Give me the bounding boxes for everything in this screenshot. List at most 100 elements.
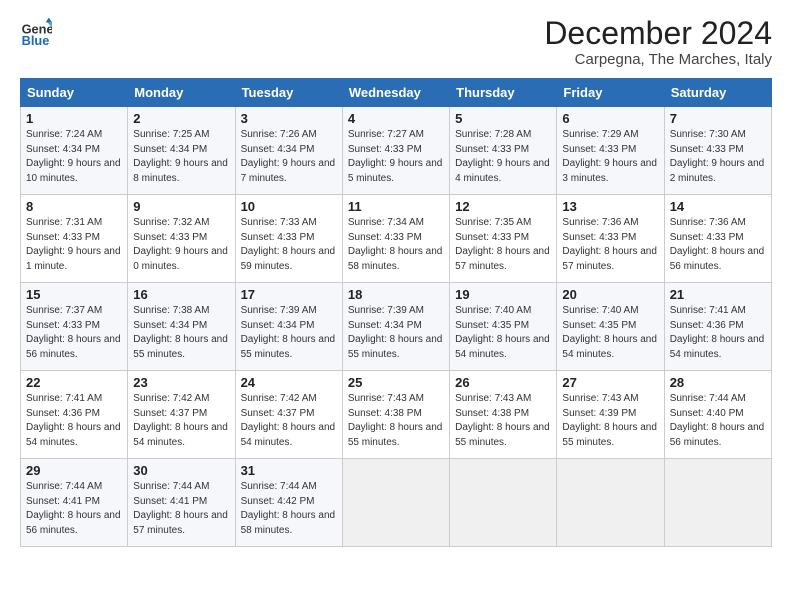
day-info: Sunrise: 7:44 AMSunset: 4:42 PMDaylight:… (241, 480, 337, 538)
day-number: 13 (562, 199, 658, 214)
day-number: 31 (241, 463, 337, 478)
day-info: Sunrise: 7:42 AMSunset: 4:37 PMDaylight:… (133, 392, 229, 450)
calendar-cell: 20 Sunrise: 7:40 AMSunset: 4:35 PMDayligh… (557, 283, 664, 371)
calendar-row: 15 Sunrise: 7:37 AMSunset: 4:33 PMDayligh… (21, 283, 772, 371)
day-info: Sunrise: 7:42 AMSunset: 4:37 PMDaylight:… (241, 392, 337, 450)
day-info: Sunrise: 7:37 AMSunset: 4:33 PMDaylight:… (26, 304, 122, 362)
day-info: Sunrise: 7:34 AMSunset: 4:33 PMDaylight:… (348, 216, 444, 274)
day-info: Sunrise: 7:38 AMSunset: 4:34 PMDaylight:… (133, 304, 229, 362)
day-number: 12 (455, 199, 551, 214)
calendar-cell (342, 459, 449, 547)
col-monday: Monday (128, 79, 235, 107)
col-saturday: Saturday (664, 79, 771, 107)
day-info: Sunrise: 7:44 AMSunset: 4:41 PMDaylight:… (133, 480, 229, 538)
page-container: General Blue December 2024 Carpegna, The… (0, 0, 792, 557)
calendar-cell: 5Sunrise: 7:28 AMSunset: 4:33 PMDaylight… (450, 107, 557, 195)
day-info: Sunrise: 7:43 AMSunset: 4:38 PMDaylight:… (348, 392, 444, 450)
calendar-cell: 24 Sunrise: 7:42 AMSunset: 4:37 PMDayligh… (235, 371, 342, 459)
col-wednesday: Wednesday (342, 79, 449, 107)
day-info: Sunrise: 7:33 AMSunset: 4:33 PMDaylight:… (241, 216, 337, 274)
calendar-cell: 31 Sunrise: 7:44 AMSunset: 4:42 PMDayligh… (235, 459, 342, 547)
calendar-cell: 25 Sunrise: 7:43 AMSunset: 4:38 PMDayligh… (342, 371, 449, 459)
header: General Blue December 2024 Carpegna, The… (20, 16, 772, 68)
day-number: 14 (670, 199, 766, 214)
calendar-cell: 30 Sunrise: 7:44 AMSunset: 4:41 PMDayligh… (128, 459, 235, 547)
calendar-cell: 1 Sunrise: 7:24 AMSunset: 4:34 PMDaylight… (21, 107, 128, 195)
calendar-cell: 14Sunrise: 7:36 AMSunset: 4:33 PMDayligh… (664, 195, 771, 283)
calendar-cell: 9Sunrise: 7:32 AMSunset: 4:33 PMDaylight… (128, 195, 235, 283)
calendar-cell: 16 Sunrise: 7:38 AMSunset: 4:34 PMDayligh… (128, 283, 235, 371)
day-number: 18 (348, 287, 444, 302)
day-info: Sunrise: 7:24 AMSunset: 4:34 PMDaylight:… (26, 128, 122, 186)
day-number: 27 (562, 375, 658, 390)
col-friday: Friday (557, 79, 664, 107)
day-info: Sunrise: 7:31 AMSunset: 4:33 PMDaylight:… (26, 216, 122, 274)
day-info: Sunrise: 7:35 AMSunset: 4:33 PMDaylight:… (455, 216, 551, 274)
day-number: 26 (455, 375, 551, 390)
location: Carpegna, The Marches, Italy (544, 51, 772, 68)
day-info: Sunrise: 7:44 AMSunset: 4:41 PMDaylight:… (26, 480, 122, 538)
calendar-body: 1 Sunrise: 7:24 AMSunset: 4:34 PMDaylight… (21, 107, 772, 547)
day-number: 30 (133, 463, 229, 478)
calendar-cell: 2 Sunrise: 7:25 AMSunset: 4:34 PMDaylight… (128, 107, 235, 195)
day-info: Sunrise: 7:36 AMSunset: 4:33 PMDaylight:… (562, 216, 658, 274)
day-info: Sunrise: 7:43 AMSunset: 4:39 PMDaylight:… (562, 392, 658, 450)
day-number: 19 (455, 287, 551, 302)
calendar-cell: 29 Sunrise: 7:44 AMSunset: 4:41 PMDayligh… (21, 459, 128, 547)
day-number: 20 (562, 287, 658, 302)
calendar-cell: 27 Sunrise: 7:43 AMSunset: 4:39 PMDayligh… (557, 371, 664, 459)
calendar-cell: 19 Sunrise: 7:40 AMSunset: 4:35 PMDayligh… (450, 283, 557, 371)
day-number: 1 (26, 111, 122, 126)
day-number: 16 (133, 287, 229, 302)
day-info: Sunrise: 7:41 AMSunset: 4:36 PMDaylight:… (26, 392, 122, 450)
day-number: 28 (670, 375, 766, 390)
calendar-row: 22 Sunrise: 7:41 AMSunset: 4:36 PMDayligh… (21, 371, 772, 459)
day-info: Sunrise: 7:26 AMSunset: 4:34 PMDaylight:… (241, 128, 337, 186)
calendar-cell (664, 459, 771, 547)
day-number: 29 (26, 463, 122, 478)
calendar-cell: 4 Sunrise: 7:27 AMSunset: 4:33 PMDaylight… (342, 107, 449, 195)
day-number: 25 (348, 375, 444, 390)
calendar-cell (557, 459, 664, 547)
day-number: 22 (26, 375, 122, 390)
day-info: Sunrise: 7:30 AMSunset: 4:33 PMDaylight:… (670, 128, 766, 186)
calendar-cell: 3 Sunrise: 7:26 AMSunset: 4:34 PMDaylight… (235, 107, 342, 195)
calendar-cell: 7Sunrise: 7:30 AMSunset: 4:33 PMDaylight… (664, 107, 771, 195)
day-info: Sunrise: 7:39 AMSunset: 4:34 PMDaylight:… (241, 304, 337, 362)
day-number: 2 (133, 111, 229, 126)
day-number: 3 (241, 111, 337, 126)
calendar-header: Sunday Monday Tuesday Wednesday Thursday… (21, 79, 772, 107)
logo: General Blue (20, 16, 52, 48)
day-info: Sunrise: 7:27 AMSunset: 4:33 PMDaylight:… (348, 128, 444, 186)
svg-text:Blue: Blue (22, 33, 50, 48)
calendar-cell: 28Sunrise: 7:44 AMSunset: 4:40 PMDayligh… (664, 371, 771, 459)
calendar-cell: 11Sunrise: 7:34 AMSunset: 4:33 PMDayligh… (342, 195, 449, 283)
day-info: Sunrise: 7:39 AMSunset: 4:34 PMDaylight:… (348, 304, 444, 362)
day-number: 23 (133, 375, 229, 390)
day-number: 15 (26, 287, 122, 302)
day-info: Sunrise: 7:25 AMSunset: 4:34 PMDaylight:… (133, 128, 229, 186)
calendar-cell: 10Sunrise: 7:33 AMSunset: 4:33 PMDayligh… (235, 195, 342, 283)
day-number: 21 (670, 287, 766, 302)
day-info: Sunrise: 7:40 AMSunset: 4:35 PMDaylight:… (455, 304, 551, 362)
day-number: 24 (241, 375, 337, 390)
day-number: 8 (26, 199, 122, 214)
calendar-cell: 17Sunrise: 7:39 AMSunset: 4:34 PMDayligh… (235, 283, 342, 371)
day-info: Sunrise: 7:28 AMSunset: 4:33 PMDaylight:… (455, 128, 551, 186)
day-info: Sunrise: 7:32 AMSunset: 4:33 PMDaylight:… (133, 216, 229, 274)
calendar-cell: 6 Sunrise: 7:29 AMSunset: 4:33 PMDaylight… (557, 107, 664, 195)
header-row: Sunday Monday Tuesday Wednesday Thursday… (21, 79, 772, 107)
calendar-cell (450, 459, 557, 547)
calendar-row: 29 Sunrise: 7:44 AMSunset: 4:41 PMDayligh… (21, 459, 772, 547)
day-info: Sunrise: 7:29 AMSunset: 4:33 PMDaylight:… (562, 128, 658, 186)
calendar-cell: 21 Sunrise: 7:41 AMSunset: 4:36 PMDayligh… (664, 283, 771, 371)
calendar-cell: 13 Sunrise: 7:36 AMSunset: 4:33 PMDayligh… (557, 195, 664, 283)
day-info: Sunrise: 7:41 AMSunset: 4:36 PMDaylight:… (670, 304, 766, 362)
calendar-cell: 15 Sunrise: 7:37 AMSunset: 4:33 PMDayligh… (21, 283, 128, 371)
calendar-cell: 8 Sunrise: 7:31 AMSunset: 4:33 PMDaylight… (21, 195, 128, 283)
day-number: 6 (562, 111, 658, 126)
day-number: 4 (348, 111, 444, 126)
calendar-cell: 22 Sunrise: 7:41 AMSunset: 4:36 PMDayligh… (21, 371, 128, 459)
day-info: Sunrise: 7:40 AMSunset: 4:35 PMDaylight:… (562, 304, 658, 362)
logo-icon: General Blue (20, 16, 52, 48)
